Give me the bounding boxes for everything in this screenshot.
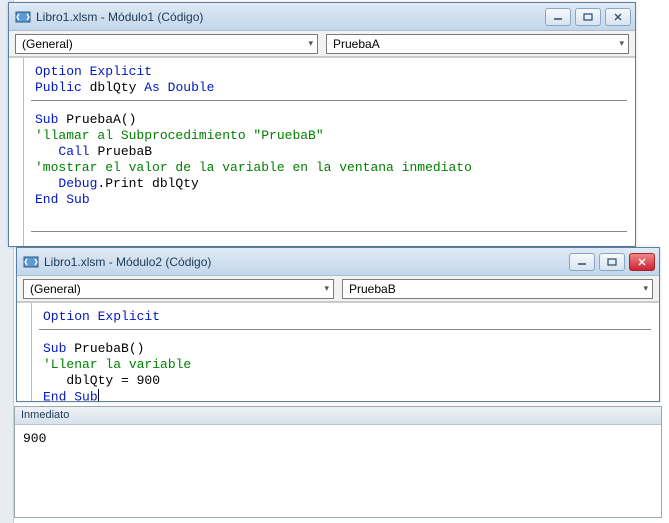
code-window-module1: Libro1.xlsm - Módulo1 (Código) (General)… <box>8 2 636 247</box>
procedure-selector[interactable]: PruebaA ▾ <box>326 34 629 54</box>
code-toolbar: (General) ▾ PruebaB ▾ <box>17 276 659 302</box>
close-button[interactable] <box>629 253 655 271</box>
maximize-button[interactable] <box>599 253 625 271</box>
close-button[interactable] <box>605 8 631 26</box>
chevron-down-icon: ▾ <box>324 283 329 294</box>
window-buttons <box>569 253 655 271</box>
procedure-selector-value: PruebaB <box>349 282 396 296</box>
immediate-window: Inmediato 900 <box>14 406 662 518</box>
text-caret <box>98 389 99 401</box>
window-title: Libro1.xlsm - Módulo2 (Código) <box>44 255 569 269</box>
object-selector[interactable]: (General) ▾ <box>23 279 334 299</box>
titlebar-module2[interactable]: Libro1.xlsm - Módulo2 (Código) <box>17 248 659 276</box>
code-pane[interactable]: Option Explicit Public dblQty As Double … <box>9 57 635 246</box>
maximize-button[interactable] <box>575 8 601 26</box>
code-pane[interactable]: Option Explicit Sub PruebaB() 'Llenar la… <box>17 302 659 401</box>
immediate-title[interactable]: Inmediato <box>15 407 661 425</box>
object-selector[interactable]: (General) ▾ <box>15 34 318 54</box>
procedure-selector-value: PruebaA <box>333 37 380 51</box>
window-title: Libro1.xlsm - Módulo1 (Código) <box>36 10 545 24</box>
procedure-selector[interactable]: PruebaB ▾ <box>342 279 653 299</box>
immediate-output[interactable]: 900 <box>15 425 661 452</box>
vba-icon <box>23 254 39 270</box>
code-toolbar: (General) ▾ PruebaA ▾ <box>9 31 635 57</box>
window-buttons <box>545 8 631 26</box>
code-text-module1[interactable]: Option Explicit Public dblQty As Double … <box>9 58 635 246</box>
vba-icon <box>15 9 31 25</box>
object-selector-value: (General) <box>30 282 81 296</box>
chevron-down-icon: ▾ <box>643 283 648 294</box>
object-selector-value: (General) <box>22 37 73 51</box>
minimize-button[interactable] <box>569 253 595 271</box>
code-text-module2[interactable]: Option Explicit Sub PruebaB() 'Llenar la… <box>17 303 659 401</box>
code-window-module2: Libro1.xlsm - Módulo2 (Código) (General)… <box>16 247 660 402</box>
titlebar-module1[interactable]: Libro1.xlsm - Módulo1 (Código) <box>9 3 635 31</box>
minimize-button[interactable] <box>545 8 571 26</box>
chevron-down-icon: ▾ <box>619 38 624 49</box>
chevron-down-icon: ▾ <box>308 38 313 49</box>
